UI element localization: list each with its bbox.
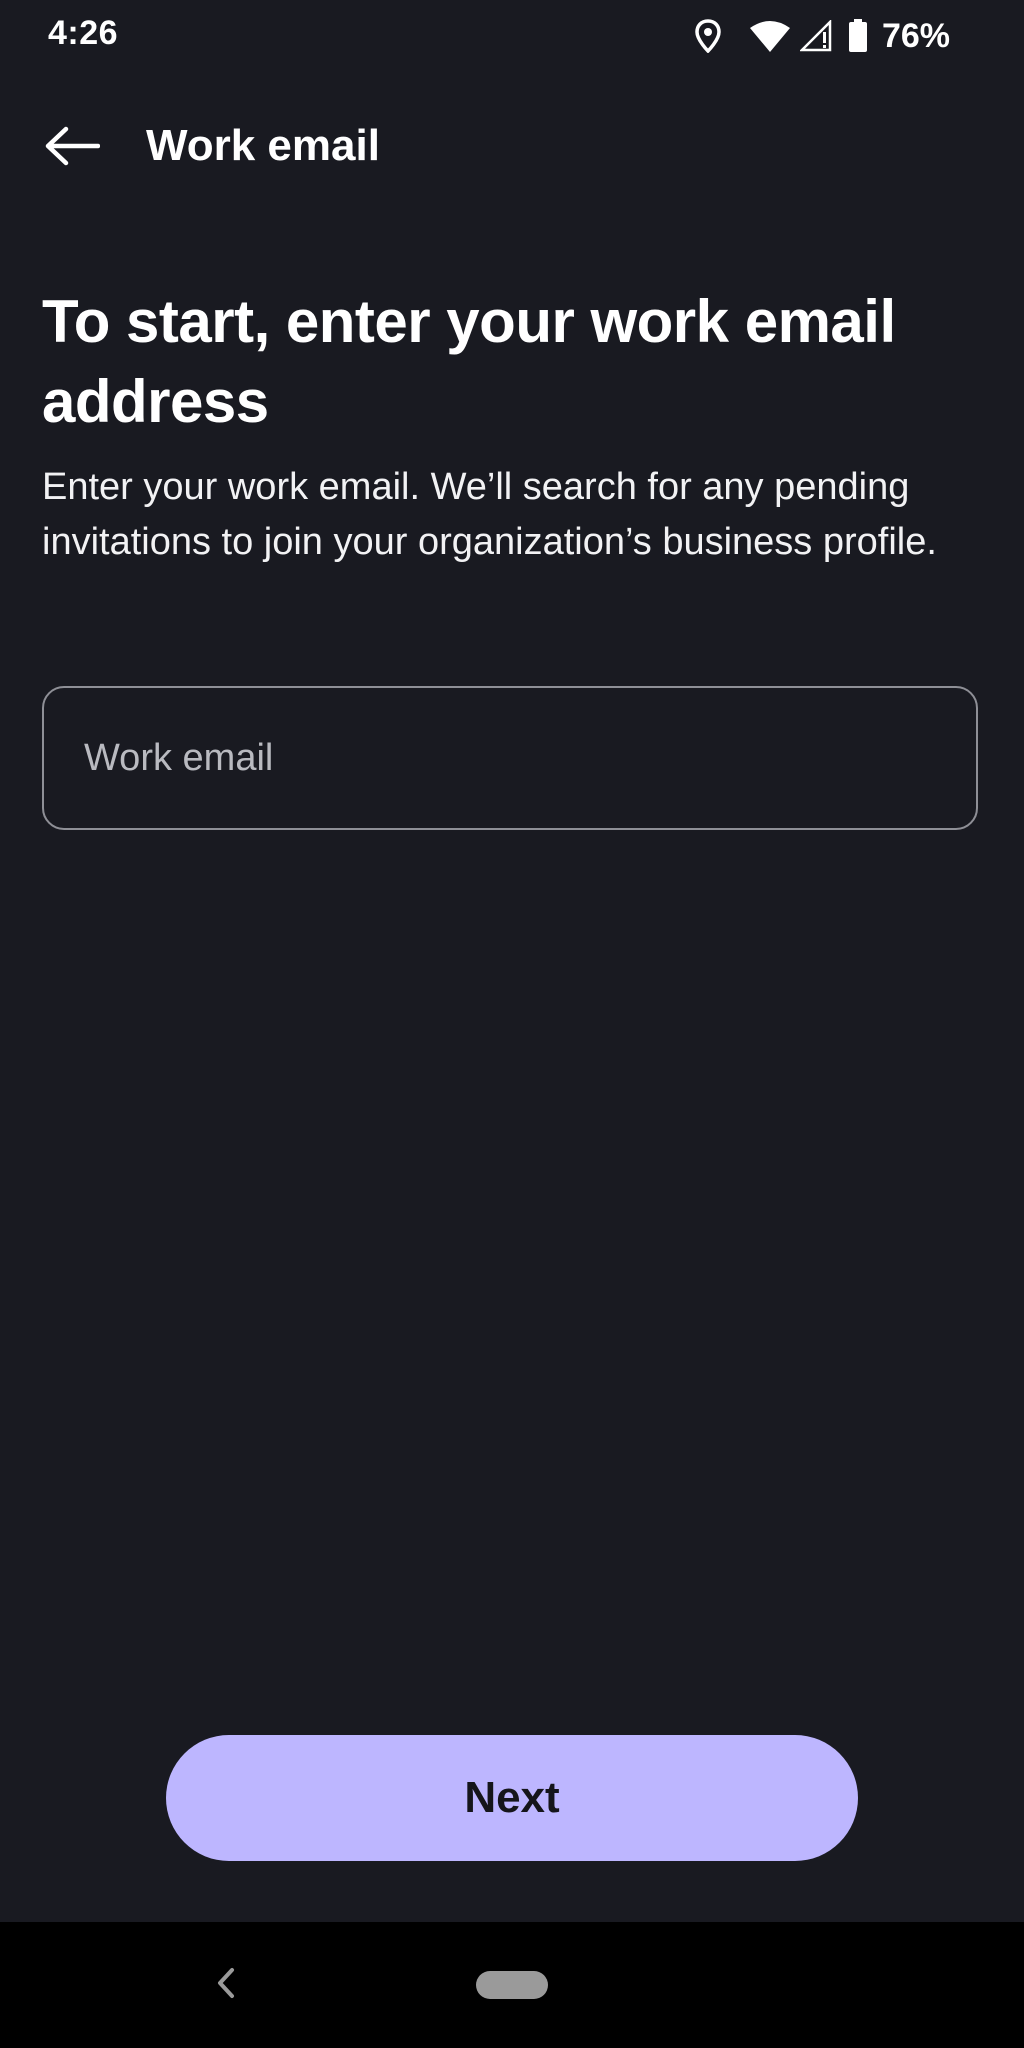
app-bar: Work email: [0, 100, 1024, 196]
headline: To start, enter your work email address: [42, 288, 896, 435]
battery-icon: [848, 19, 868, 53]
arrow-left-icon: [44, 126, 101, 171]
location-icon: [694, 19, 722, 53]
status-time: 4:26: [48, 14, 119, 52]
work-email-input[interactable]: [84, 688, 934, 828]
back-button[interactable]: [30, 116, 114, 180]
signal-icon: [799, 20, 832, 52]
status-bar: 4:26 76%: [0, 0, 1024, 74]
next-button[interactable]: Next: [166, 1735, 858, 1861]
work-email-field[interactable]: [42, 686, 978, 830]
home-pill-icon[interactable]: [476, 1971, 548, 1999]
chevron-left-icon: [214, 1966, 238, 2005]
wifi-icon: [749, 20, 790, 52]
description-text: Enter your work email. We’ll search for …: [42, 466, 937, 563]
page-title: Work email: [146, 121, 380, 170]
system-nav-bar: [0, 1922, 1024, 2048]
battery-percent: 76%: [881, 16, 950, 55]
status-icons: 76%: [694, 16, 950, 56]
work-email-screen: 4:26 76% Work email To start, enter your…: [0, 0, 1024, 2048]
nav-back-button[interactable]: [196, 1950, 256, 2020]
